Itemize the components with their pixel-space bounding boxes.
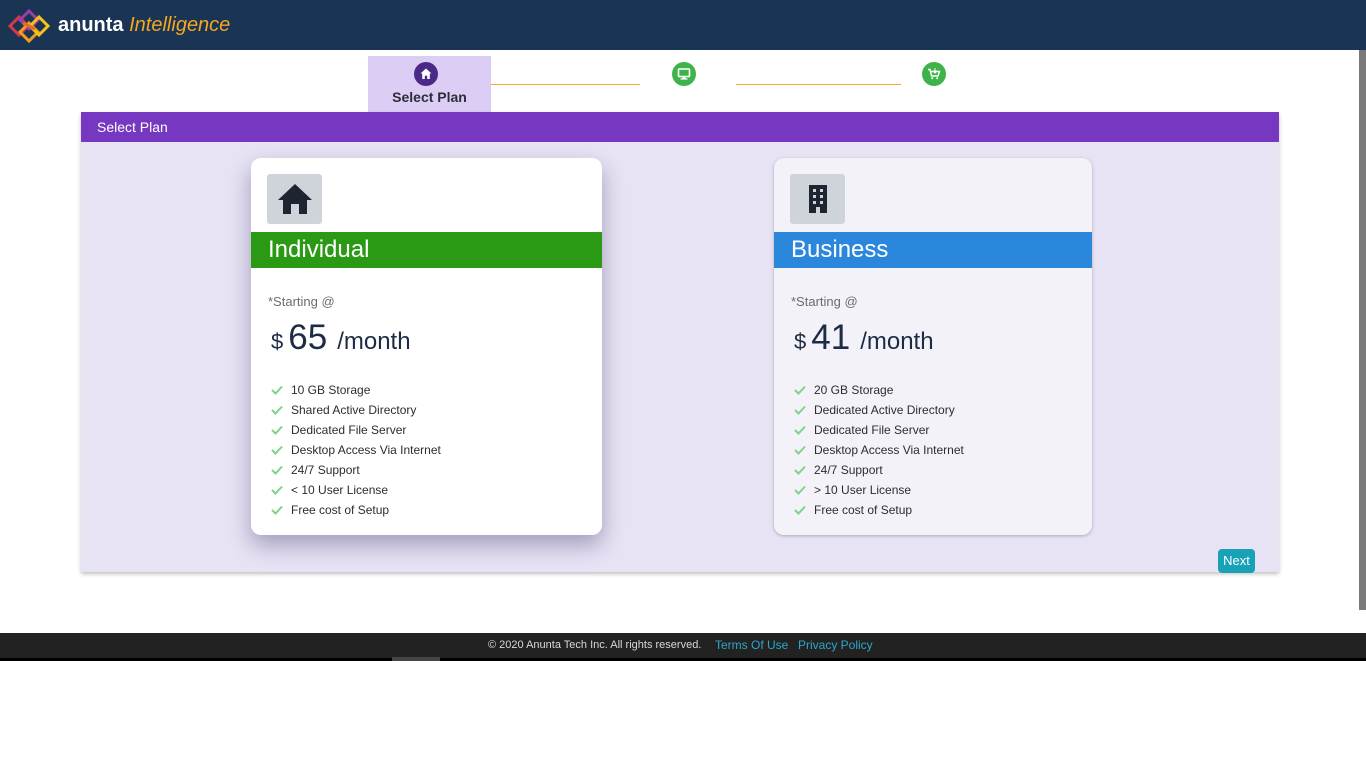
feature-list: 20 GB Storage Dedicated Active Directory… [794, 380, 964, 520]
desktop-icon[interactable] [672, 62, 696, 86]
feature-item: 10 GB Storage [271, 380, 441, 400]
price-period: /month [337, 328, 411, 355]
check-icon [271, 385, 283, 395]
next-button[interactable]: Next [1218, 549, 1255, 573]
check-icon [271, 425, 283, 435]
feature-item: 24/7 Support [271, 460, 441, 480]
check-icon [794, 465, 806, 475]
brand-title[interactable]: anunta Intelligence [58, 13, 230, 37]
feature-text: < 10 User License [291, 483, 389, 497]
page-scrollbar[interactable] [1359, 50, 1366, 610]
currency-symbol: $ [794, 329, 807, 354]
price-period: /month [860, 328, 934, 355]
step-label-select-plan: Select Plan [392, 89, 467, 105]
brand-suffix: Intelligence [129, 14, 231, 36]
anunta-logo-icon[interactable] [6, 8, 52, 44]
check-icon [794, 505, 806, 515]
feature-text: Free cost of Setup [814, 503, 913, 517]
footer: © 2020 Anunta Tech Inc. All rights reser… [0, 633, 1366, 658]
feature-text: 20 GB Storage [814, 383, 894, 397]
feature-item: 20 GB Storage [794, 380, 964, 400]
starting-label: *Starting @ [791, 294, 858, 309]
feature-list: 10 GB Storage Shared Active Directory De… [271, 380, 441, 520]
feature-text: > 10 User License [814, 483, 912, 497]
plan-card-business[interactable]: Business *Starting @ $41/month 20 GB Sto… [774, 158, 1092, 535]
feature-text: Dedicated File Server [291, 423, 407, 437]
privacy-link[interactable]: Privacy Policy [798, 633, 873, 658]
check-icon [794, 425, 806, 435]
feature-text: 24/7 Support [291, 463, 360, 477]
feature-text: 10 GB Storage [291, 383, 371, 397]
bottom-scrollbar-track [0, 658, 1366, 661]
plan-price: $65/month [271, 318, 411, 358]
feature-text: Dedicated Active Directory [814, 403, 955, 417]
feature-item: Dedicated File Server [794, 420, 964, 440]
check-icon [271, 485, 283, 495]
building-icon [790, 174, 845, 224]
feature-item: Free cost of Setup [271, 500, 441, 520]
check-icon [271, 405, 283, 415]
step-connector-1 [491, 84, 640, 85]
top-navbar: anunta Intelligence [0, 0, 1366, 50]
feature-item: Desktop Access Via Internet [271, 440, 441, 460]
panel-title: Select Plan [81, 112, 1279, 142]
feature-item: 24/7 Support [794, 460, 964, 480]
feature-item: Dedicated File Server [271, 420, 441, 440]
starting-label: *Starting @ [268, 294, 335, 309]
price-amount: 41 [811, 318, 851, 357]
check-icon [794, 485, 806, 495]
brand-name: anunta [58, 14, 124, 36]
plan-name: Individual [251, 232, 602, 268]
plan-price: $41/month [794, 318, 934, 358]
house-icon [267, 174, 322, 224]
check-icon [271, 505, 283, 515]
terms-link[interactable]: Terms Of Use [715, 633, 788, 658]
feature-item: Desktop Access Via Internet [794, 440, 964, 460]
feature-text: 24/7 Support [814, 463, 883, 477]
check-icon [271, 445, 283, 455]
cart-icon[interactable] [922, 62, 946, 86]
feature-item: Free cost of Setup [794, 500, 964, 520]
check-icon [794, 405, 806, 415]
plan-card-individual[interactable]: Individual *Starting @ $65/month 10 GB S… [251, 158, 602, 535]
price-amount: 65 [288, 318, 328, 357]
feature-text: Dedicated File Server [814, 423, 930, 437]
bottom-scrollbar-thumb[interactable] [392, 657, 440, 661]
step-connector-2 [736, 84, 901, 85]
check-icon [794, 385, 806, 395]
feature-text: Desktop Access Via Internet [291, 443, 441, 457]
copyright-text: © 2020 Anunta Tech Inc. All rights reser… [488, 639, 702, 651]
feature-item: Dedicated Active Directory [794, 400, 964, 420]
plan-name: Business [774, 232, 1092, 268]
check-icon [794, 445, 806, 455]
feature-item: Shared Active Directory [271, 400, 441, 420]
check-icon [271, 465, 283, 475]
home-icon [414, 62, 438, 86]
feature-item: < 10 User License [271, 480, 441, 500]
feature-text: Desktop Access Via Internet [814, 443, 964, 457]
feature-text: Shared Active Directory [291, 403, 417, 417]
currency-symbol: $ [271, 329, 284, 354]
feature-text: Free cost of Setup [291, 503, 390, 517]
feature-item: > 10 User License [794, 480, 964, 500]
